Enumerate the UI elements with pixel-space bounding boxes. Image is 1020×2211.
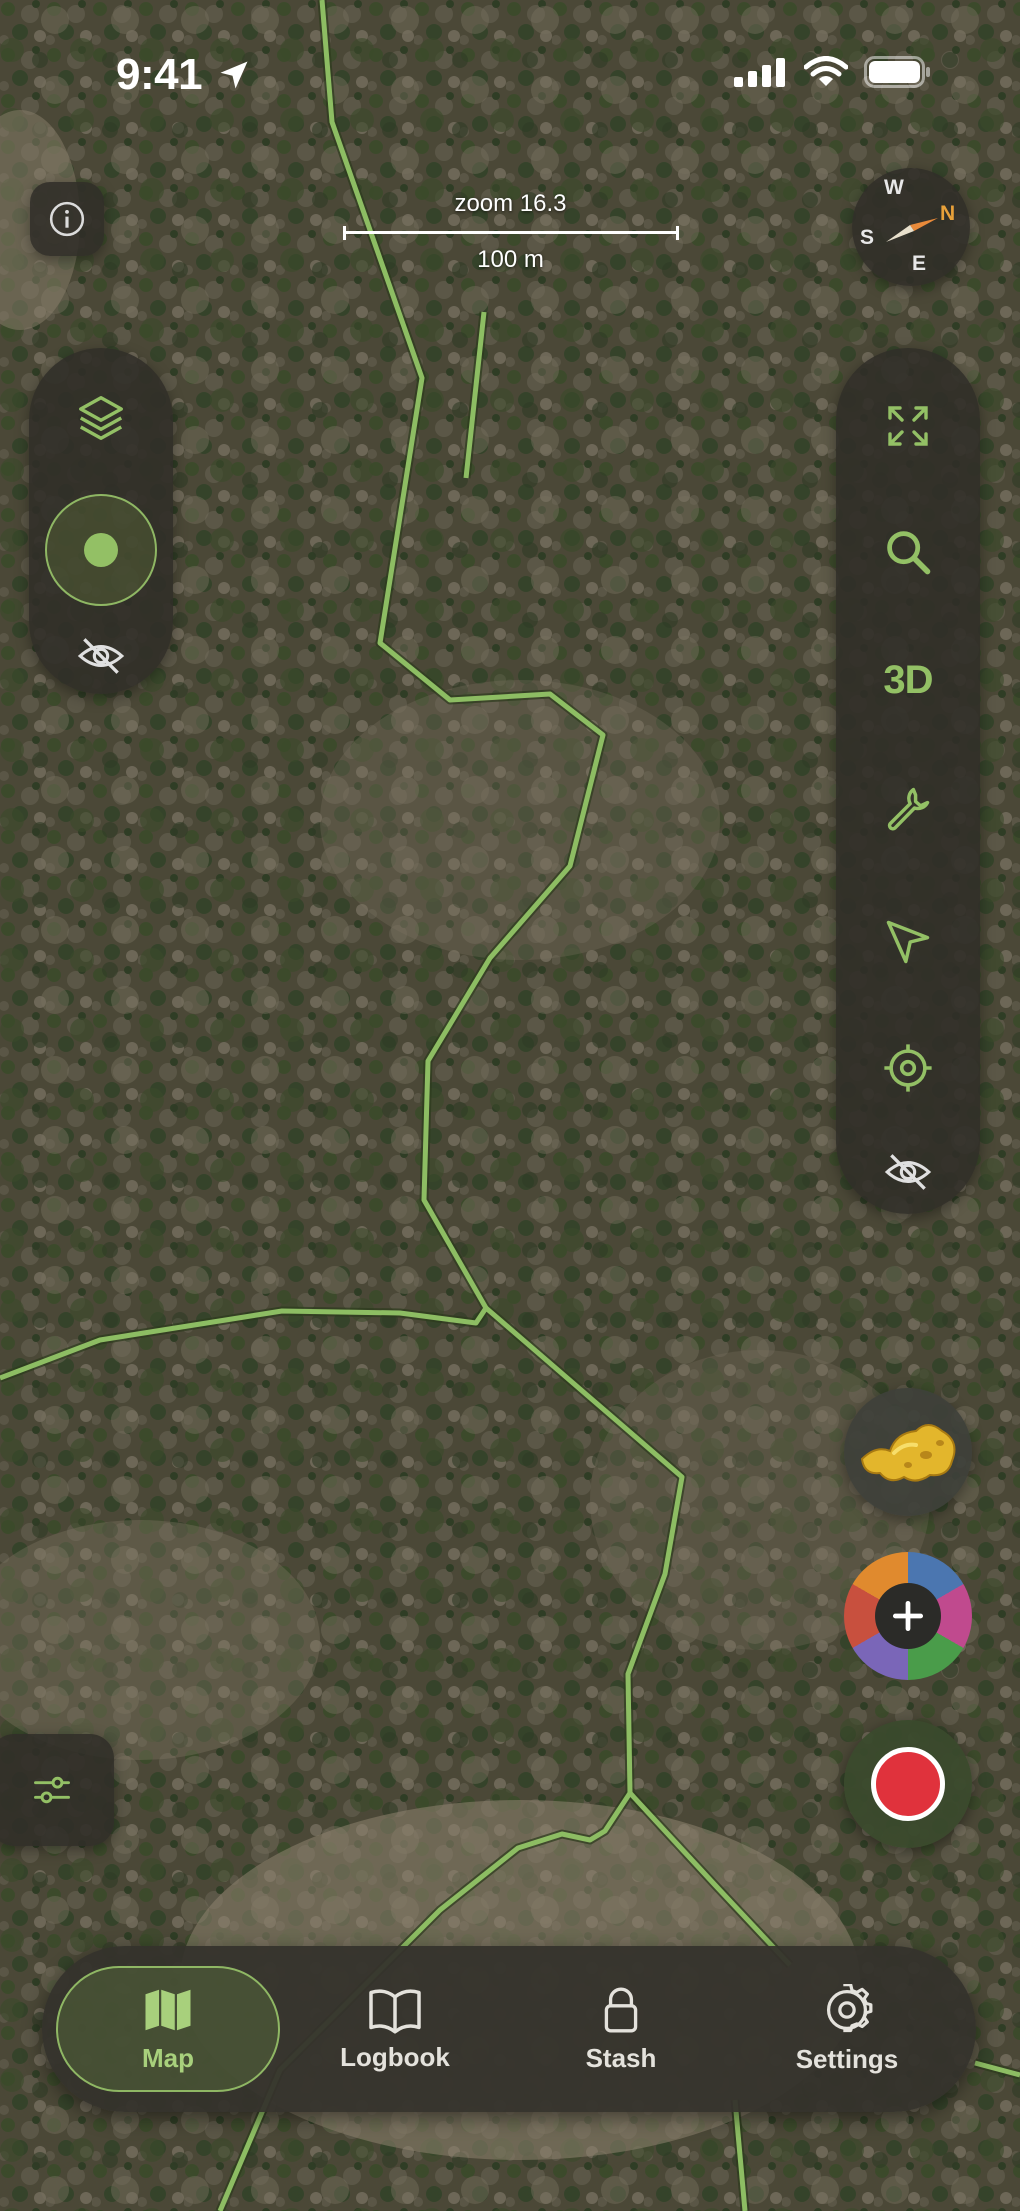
navigate-button[interactable] (836, 910, 980, 974)
center-location-button[interactable] (836, 1036, 980, 1100)
map-icon (145, 1989, 191, 2030)
crosshair-icon (884, 1044, 932, 1092)
wifi-icon (804, 56, 848, 86)
zoom-level-label: zoom 16.3 (454, 190, 567, 217)
compass-button[interactable]: W S E N (852, 168, 970, 286)
scale-bar-line (342, 226, 679, 240)
nugget-finds-button[interactable] (844, 1388, 972, 1516)
location-ring (45, 494, 157, 606)
tab-stash-label: Stash (585, 2042, 657, 2073)
tab-map[interactable]: Map (56, 1966, 280, 2092)
tab-map-label: Map (142, 2042, 194, 2073)
gold-nugget-icon (860, 1424, 956, 1482)
tab-logbook[interactable]: Logbook (282, 1946, 508, 2112)
tab-logbook-label: Logbook (340, 2041, 450, 2072)
hide-right-toolbar-button[interactable] (836, 1144, 980, 1200)
status-time: 9:41 (116, 50, 252, 100)
location-tracking-button[interactable] (29, 492, 173, 608)
sliders-icon (34, 1776, 70, 1804)
eye-slash-icon (884, 1154, 932, 1190)
info-button[interactable] (30, 182, 104, 256)
search-icon (887, 531, 931, 575)
compass-needle-icon (886, 218, 938, 242)
layers-button[interactable] (29, 386, 173, 450)
lock-icon (604, 1987, 638, 2032)
left-map-toolbar (29, 348, 173, 694)
3d-toggle-button[interactable]: 3D (836, 648, 980, 712)
add-icon (892, 1600, 924, 1632)
right-map-toolbar: 3D (836, 348, 980, 1214)
add-button-center (875, 1583, 941, 1649)
book-icon (369, 1988, 421, 2034)
map-scale-indicator: zoom 16.3 100 m (338, 190, 683, 274)
info-icon (49, 201, 85, 237)
filter-button[interactable] (0, 1734, 114, 1846)
location-arrow-icon (220, 61, 248, 89)
expand-icon (888, 406, 928, 446)
record-icon (871, 1747, 945, 1821)
eye-slash-icon (77, 638, 125, 674)
battery-icon (864, 56, 930, 88)
wrench-icon (887, 787, 930, 831)
layers-icon (79, 396, 123, 440)
tools-button[interactable] (836, 776, 980, 840)
cellular-signal-icon (734, 58, 785, 87)
search-button[interactable] (836, 520, 980, 584)
tab-settings-label: Settings (795, 2043, 899, 2074)
hide-left-toolbar-button[interactable] (29, 628, 173, 684)
status-time-text: 9:41 (116, 50, 203, 99)
record-track-button[interactable] (844, 1720, 972, 1848)
gear-icon (826, 1983, 873, 2032)
location-dot-icon (84, 533, 118, 567)
tab-settings[interactable]: Settings (734, 1946, 960, 2112)
navigation-arrow-icon (886, 920, 930, 964)
status-icons (734, 56, 932, 88)
tab-stash[interactable]: Stash (508, 1946, 734, 2112)
fullscreen-button[interactable] (836, 394, 980, 458)
add-waypoint-button[interactable] (844, 1552, 972, 1680)
scale-distance-label: 100 m (477, 246, 544, 273)
bottom-tab-bar: Map Logbook Stash Settings (42, 1946, 976, 2112)
